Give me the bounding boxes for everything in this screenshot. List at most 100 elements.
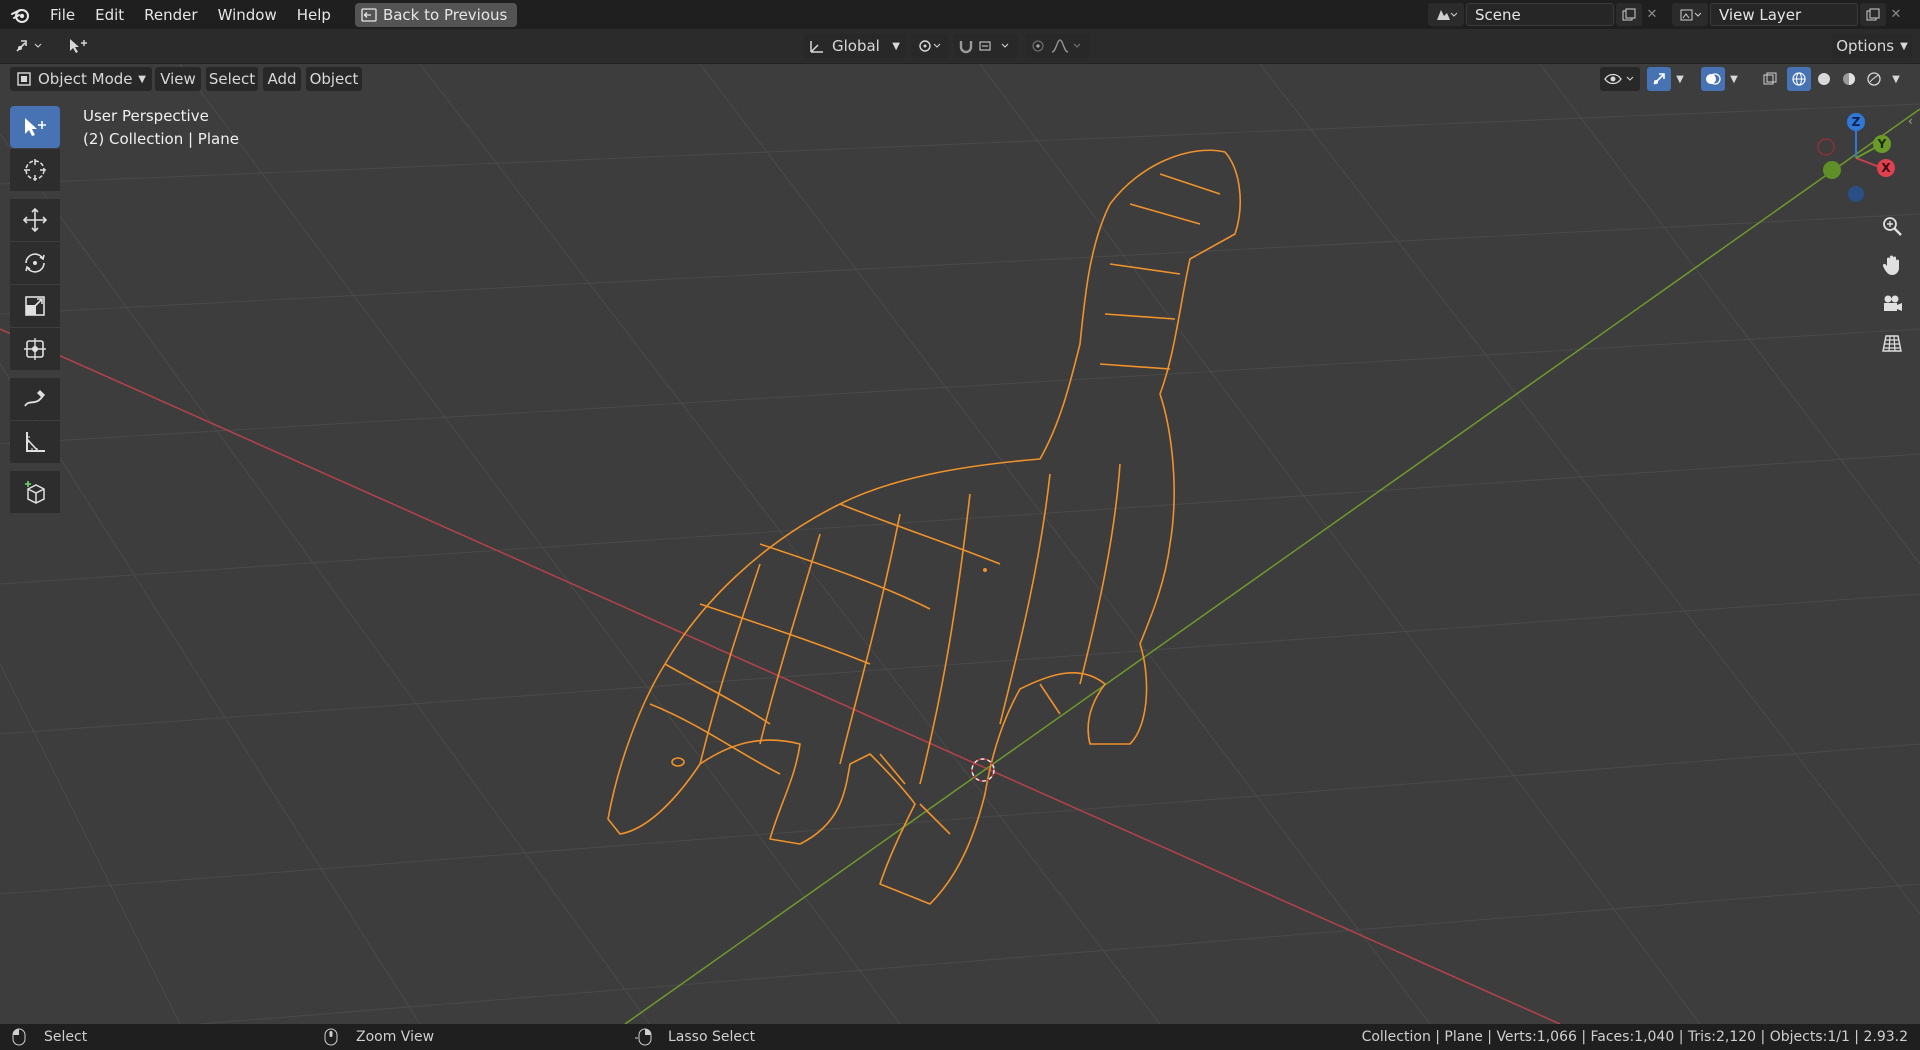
cursor-icon [24, 159, 46, 181]
menu-window[interactable]: Window [208, 6, 287, 24]
view-title: User Perspective [83, 107, 209, 125]
scene-selector-icon[interactable] [1428, 3, 1464, 26]
x-axis-line [0, 328, 1561, 1024]
menu-view[interactable]: View [155, 67, 201, 91]
status-select-label: Select [44, 1029, 88, 1045]
sidebar-toggle-icon[interactable]: ‹ [1908, 114, 1913, 128]
chevron-down-icon: ▼ [138, 73, 146, 85]
options-dropdown[interactable]: Options ▼ [1832, 34, 1912, 58]
visibility-dropdown[interactable] [1600, 67, 1640, 91]
menu-file[interactable]: File [40, 6, 85, 24]
status-zoom-label: Zoom View [356, 1029, 435, 1045]
measure-tool[interactable] [10, 421, 60, 463]
overlays-icon [1706, 73, 1721, 85]
move-icon [22, 207, 48, 233]
gizmo-icon [1653, 73, 1665, 85]
proportional-edit-icon [1032, 39, 1081, 53]
overlays-toggle[interactable] [1701, 67, 1725, 91]
rotate-icon [25, 253, 45, 273]
scale-tool[interactable] [10, 285, 60, 327]
neg-z-axis-dot[interactable] [1848, 186, 1864, 202]
rendered-icon [1867, 72, 1881, 86]
gizmo-dropdown[interactable]: ▼ [1671, 67, 1689, 91]
chevron-down-icon: ▼ [892, 40, 900, 52]
snap-toggle[interactable] [954, 34, 1018, 58]
wireframe-icon [1792, 72, 1806, 86]
proportional-editing-toggle[interactable] [1026, 34, 1090, 58]
measure-icon [26, 432, 45, 452]
transform-orientation-dropdown[interactable]: Global ▼ [804, 34, 906, 58]
cursor-tool[interactable] [10, 149, 60, 191]
shading-rendered[interactable] [1862, 67, 1886, 91]
gizmo-z-label: Z [1852, 115, 1861, 129]
3d-viewport[interactable] [0, 64, 1920, 1024]
neg-y-axis-dot[interactable] [1823, 161, 1841, 179]
pan-hand-icon[interactable] [1874, 247, 1910, 283]
floor-grid [0, 64, 1920, 1024]
shading-wireframe[interactable] [1787, 67, 1811, 91]
mode-value: Object Mode [38, 70, 133, 88]
annotate-icon [24, 390, 45, 407]
menu-object[interactable]: Object [306, 67, 362, 91]
add-cube-tool[interactable] [10, 471, 60, 513]
blender-logo-icon[interactable] [0, 6, 40, 24]
viewport-header: Object Mode ▼ View Select Add Object ▼ ▼… [0, 64, 1920, 94]
back-icon [361, 7, 377, 22]
add-cube-icon [25, 481, 45, 504]
mouse-right-icon [635, 1028, 652, 1046]
shading-solid[interactable] [1812, 67, 1836, 91]
solid-shading-icon [1818, 73, 1830, 85]
eye-icon [1604, 73, 1634, 85]
origin-point [983, 568, 987, 572]
zoom-icon[interactable] [1874, 208, 1910, 244]
mouse-left-icon [12, 1028, 26, 1046]
menu-edit[interactable]: Edit [85, 6, 134, 24]
view-layer-name: View Layer [1719, 5, 1802, 24]
rotate-tool[interactable] [10, 242, 60, 284]
scale-icon [25, 296, 45, 316]
annotate-tool[interactable] [10, 378, 60, 420]
pivot-point-dropdown[interactable] [912, 34, 948, 58]
menu-render[interactable]: Render [134, 6, 207, 24]
scene-name-field[interactable]: Scene [1466, 3, 1614, 26]
shading-dropdown[interactable]: ▼ [1887, 67, 1905, 91]
camera-view-icon[interactable] [1874, 286, 1910, 322]
xray-icon [1763, 72, 1777, 85]
new-scene-icon[interactable] [1616, 3, 1642, 26]
editor-type-icon[interactable] [8, 34, 50, 58]
delete-scene-icon[interactable]: ✕ [1642, 3, 1662, 26]
options-label: Options [1836, 37, 1895, 55]
status-bar: Select Zoom View Lasso Select Collection… [0, 1024, 1920, 1050]
magnet-icon [959, 41, 1009, 54]
shading-material[interactable] [1837, 67, 1861, 91]
scene-name: Scene [1475, 5, 1521, 24]
view-layer-field[interactable]: View Layer [1710, 3, 1858, 26]
ortho-grid-icon[interactable] [1874, 325, 1910, 361]
material-preview-icon [1843, 73, 1855, 85]
transform-icon [24, 338, 46, 360]
back-to-previous-label: Back to Previous [382, 5, 508, 24]
neg-x-axis-dot[interactable] [1817, 138, 1835, 156]
delete-view-layer-icon[interactable]: ✕ [1886, 3, 1906, 26]
overlays-dropdown[interactable]: ▼ [1725, 67, 1743, 91]
select-box-icon [25, 118, 46, 136]
menu-select[interactable]: Select [206, 67, 258, 91]
view-layer-selector-icon[interactable] [1672, 3, 1708, 26]
transform-tool[interactable] [10, 328, 60, 370]
top-bar: File Edit Render Window Help Back to Pre… [0, 0, 1920, 29]
select-box-tool[interactable] [10, 106, 60, 148]
navigation-gizmo[interactable]: Z Y X [1808, 110, 1908, 210]
gizmo-x-label: X [1881, 161, 1891, 175]
mode-dropdown[interactable]: Object Mode ▼ [10, 67, 152, 91]
chevron-down-icon: ▼ [1900, 40, 1908, 52]
xray-toggle[interactable] [1759, 67, 1781, 91]
menu-add[interactable]: Add [263, 67, 301, 91]
new-view-layer-icon[interactable] [1860, 3, 1886, 26]
orientation-value: Global [832, 37, 880, 55]
select-mode-icon[interactable] [64, 34, 92, 58]
gizmo-toggle[interactable] [1647, 67, 1671, 91]
skunk-mesh[interactable] [607, 149, 1241, 905]
menu-help[interactable]: Help [287, 6, 341, 24]
back-to-previous-button[interactable]: Back to Previous [354, 2, 518, 27]
move-tool[interactable] [10, 199, 60, 241]
